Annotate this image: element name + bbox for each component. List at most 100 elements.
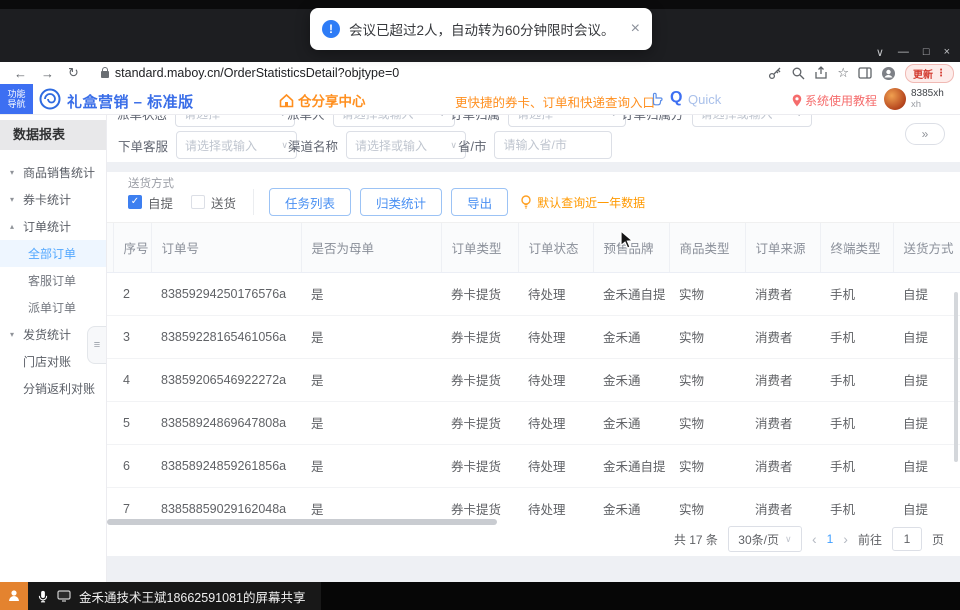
tutorial-link[interactable]: 系统使用教程 (792, 92, 877, 109)
column-header[interactable]: 送货方式 (893, 223, 960, 272)
caret-down-icon: ∨ (450, 140, 457, 151)
cell-index: 2 (113, 272, 151, 315)
cell-brand: 金禾通 (593, 315, 669, 358)
cell-goods-type[interactable]: 实物 (669, 358, 745, 401)
vertical-scrollbar[interactable] (954, 292, 958, 462)
person-icon (6, 588, 22, 604)
column-header[interactable]: 订单状态 (518, 223, 593, 272)
horizontal-scrollbar[interactable] (107, 519, 497, 525)
function-nav-button[interactable]: 功能 导航 (0, 84, 33, 114)
cell-brand: 金禾通自提 (593, 272, 669, 315)
quick-entry-tip: 更快捷的券卡、订单和快递查询入口 (455, 92, 655, 111)
prev-page-icon[interactable]: ‹ (812, 531, 817, 547)
chrome-update-button[interactable]: 更新 ⋮ (905, 64, 954, 83)
password-key-icon[interactable] (768, 66, 782, 80)
goto-page-input[interactable] (892, 527, 922, 551)
pagination: 共 17 条 30条/页 ∨ ‹ 1 › 前往 页 (674, 526, 944, 552)
cell-goods-type[interactable]: 实物 (669, 487, 745, 529)
cell-delivery: 自提 (893, 444, 960, 487)
user-avatar[interactable] (884, 88, 906, 110)
app-logo-icon (39, 88, 61, 110)
cell-brand: 金禾通 (593, 401, 669, 444)
category-stats-button[interactable]: 归类统计 (360, 188, 442, 216)
column-header[interactable]: 序号 (113, 223, 151, 272)
side-panel-icon[interactable] (858, 66, 872, 80)
cell-index: 3 (113, 315, 151, 358)
profile-icon[interactable] (881, 66, 896, 81)
current-page[interactable]: 1 (827, 532, 834, 546)
page-size-select[interactable]: 30条/页 ∨ (728, 526, 802, 552)
sidebar-item-service-orders[interactable]: 客服订单 (0, 267, 106, 294)
sidebar-title: 数据报表 (0, 120, 106, 150)
double-chevron-right-icon: » (922, 127, 929, 141)
column-header[interactable]: 订单类型 (441, 223, 518, 272)
window-minimize-icon[interactable]: — (898, 46, 909, 58)
order-owner-party-select[interactable]: 请选择或输入 ∨ (692, 114, 812, 127)
column-header[interactable]: 终端类型 (820, 223, 893, 272)
export-button[interactable]: 导出 (451, 188, 508, 216)
cell-order-number: 83858924869647808a (151, 401, 301, 444)
url-text[interactable]: standard.maboy.cn/OrderStatisticsDetail?… (115, 66, 399, 80)
cell-order-type: 券卡提货 (441, 358, 518, 401)
dispatcher-select[interactable]: 请选择或输入 ∨ (333, 114, 455, 127)
bookmark-star-icon[interactable]: ☆ (837, 65, 849, 81)
sidebar-collapse-handle[interactable]: ≡ (87, 326, 106, 364)
sidebar-item-voucher-stats[interactable]: ▾ 券卡统计 (0, 186, 106, 213)
pickup-checkbox[interactable]: ✓ (128, 195, 142, 209)
cell-terminal: 手机 (820, 272, 893, 315)
orders-table: 序号订单号是否为母单订单类型订单状态预售品牌商品类型订单来源终端类型送货方式 2… (107, 222, 960, 529)
hamburger-icon: ≡ (94, 339, 100, 351)
toast-message: 会议已超过2人，自动转为60分钟限时会议。 (349, 19, 615, 39)
order-agent-select[interactable]: 请选择或输入 ∨ (176, 131, 297, 159)
cell-source: 消费者 (745, 358, 820, 401)
window-close-icon[interactable]: × (944, 46, 950, 58)
tab-search-chevron-icon[interactable]: ∨ (876, 46, 884, 59)
reload-icon[interactable]: ↻ (68, 65, 79, 81)
next-page-icon[interactable]: › (843, 531, 848, 547)
channel-name-select[interactable]: 请选择或输入 ∨ (346, 131, 466, 159)
house-icon (279, 93, 294, 108)
share-center-link[interactable]: 仓分享中心 (279, 90, 366, 110)
dispatch-status-select[interactable]: 请选择 ∨ (175, 114, 295, 127)
cell-goods-type[interactable]: 实物 (669, 444, 745, 487)
cell-goods-type[interactable]: 实物 (669, 272, 745, 315)
cell-order-status: 待处理 (518, 315, 593, 358)
delivery-checkbox[interactable] (191, 195, 205, 209)
sidebar-item-dispatch-orders[interactable]: 派单订单 (0, 294, 106, 321)
caret-up-icon: ▴ (10, 222, 18, 231)
sidebar-item-order-stats[interactable]: ▴ 订单统计 (0, 213, 106, 240)
sidebar-item-product-sales[interactable]: ▾ 商品销售统计 (0, 159, 106, 186)
cell-source: 消费者 (745, 487, 820, 529)
lock-icon[interactable] (101, 71, 109, 78)
query-hint: 默认查询近一年数据 (520, 194, 645, 211)
quick-label[interactable]: Quick (688, 92, 721, 107)
order-owner-select[interactable]: 请选择 ∨ (508, 114, 626, 127)
expand-filters-button[interactable]: » (905, 123, 945, 145)
cell-is-parent: 是 (301, 444, 441, 487)
province-city-input[interactable] (494, 131, 612, 159)
cell-terminal: 手机 (820, 444, 893, 487)
column-header[interactable]: 商品类型 (669, 223, 745, 272)
cell-terminal: 手机 (820, 401, 893, 444)
pointer-hand-icon (649, 92, 663, 106)
cell-goods-type[interactable]: 实物 (669, 315, 745, 358)
column-header[interactable]: 订单来源 (745, 223, 820, 272)
column-header[interactable]: 是否为母单 (301, 223, 441, 272)
zoom-icon[interactable] (791, 66, 805, 80)
cell-goods-type[interactable]: 实物 (669, 401, 745, 444)
sidebar-item-all-orders[interactable]: 全部订单 (0, 240, 106, 267)
presenter-badge[interactable] (0, 582, 28, 610)
cell-source: 消费者 (745, 315, 820, 358)
toast-close-icon[interactable]: × (631, 20, 640, 38)
cell-order-type: 券卡提货 (441, 401, 518, 444)
window-maximize-icon[interactable]: □ (923, 46, 930, 58)
task-list-button[interactable]: 任务列表 (269, 188, 351, 216)
filter-dispatcher: 派单人 请选择或输入 ∨ (287, 114, 455, 127)
sidebar-item-rebate-reconcile[interactable]: 分销返利对账 (0, 375, 106, 402)
forward-icon[interactable]: → (41, 66, 54, 81)
quick-q-icon[interactable]: Q (670, 89, 682, 107)
back-icon[interactable]: ← (14, 66, 27, 81)
share-icon[interactable] (814, 66, 828, 80)
user-subname: xh (911, 99, 921, 110)
column-header[interactable]: 订单号 (151, 223, 301, 272)
